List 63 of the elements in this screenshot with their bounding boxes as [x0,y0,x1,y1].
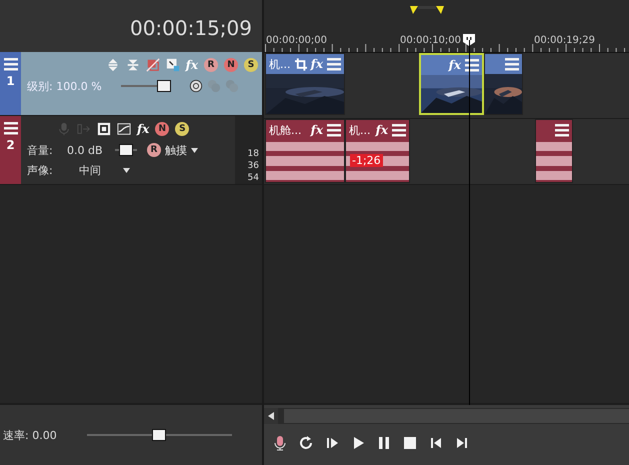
mute-icon[interactable]: N [155,122,170,136]
clip-menu-icon[interactable] [555,124,569,136]
track-number: 1 [6,75,15,87]
ruler-label: 00:00:00;00 [266,36,328,46]
scroll-left-button[interactable] [264,408,278,424]
meter-tick: 18 [248,148,259,160]
ruler-label: 00:00:10;00 [400,36,462,46]
clip-menu-icon[interactable] [505,58,519,70]
composite-mode-icon[interactable] [189,79,203,93]
pan-label: 声像: [27,162,54,178]
fx-icon[interactable]: fx [376,124,388,136]
level-label: 级别: 100.0 % [27,78,103,94]
bypass-box-icon[interactable] [97,122,111,136]
audio-clip[interactable] [535,119,573,183]
track-menu-icon[interactable] [4,122,18,135]
clip-menu-icon[interactable] [327,58,341,70]
loop-region-marker[interactable] [410,6,444,14]
fx-icon[interactable]: fx [448,59,461,71]
rate-label: 速率: 0.00 [3,428,57,442]
clip-title: 机舱... [269,122,302,138]
crop-icon[interactable] [294,58,307,70]
clip-menu-icon[interactable] [392,124,406,136]
envelope-icon[interactable] [117,122,131,136]
solo-icon[interactable]: S [175,122,190,136]
meter-tick: 36 [248,160,259,172]
clip-menu-icon[interactable] [465,58,479,72]
solo-icon[interactable]: S [244,58,258,72]
video-clip[interactable]: fx [419,53,484,115]
horizontal-scrollbar[interactable] [284,409,629,423]
audio-clip[interactable]: 机... fx -1;26 [345,119,410,183]
timecode-display: 00:00:15;09 [130,16,252,40]
ruler-label: 00:00:19;29 [534,36,596,46]
waveform-drawing [536,140,572,182]
track-menu-icon[interactable] [4,58,18,71]
clip-menu-icon[interactable] [327,124,341,136]
track-number: 2 [6,139,15,151]
caret-icon[interactable] [191,148,198,152]
offset-badge: -1;26 [350,154,383,167]
clip-title: 机... [349,122,370,138]
crossed-layers-icon[interactable] [146,58,160,72]
timeline-ruler[interactable]: 00:00:00;00 00:00:10;00 00:00:19;29 [264,0,629,53]
meter-tick: 54 [248,172,259,184]
volume-label: 音量: [27,142,54,158]
fx-icon[interactable]: fx [310,124,323,136]
gear-icon[interactable]: R [147,143,161,157]
fx-icon[interactable]: fx [137,123,150,135]
mute-icon[interactable]: N [224,58,238,72]
slider-thumb[interactable] [152,429,166,441]
audio-clip[interactable]: 机舱... fx [265,119,345,183]
volume-value: 0.0 dB [67,144,104,156]
gear-icon[interactable]: R [204,58,218,72]
clip-title: 机... [269,56,290,72]
left-arrow-icon[interactable] [268,412,274,420]
video-clip[interactable] [484,53,523,115]
slider-thumb[interactable] [119,144,133,156]
video-clip[interactable]: 机... fx [265,53,345,115]
automation-mode[interactable]: 触摸 [165,142,187,158]
fx-icon[interactable]: fx [310,58,323,70]
pan-crop-icon[interactable] [166,58,180,72]
playhead-handle-icon[interactable] [463,34,475,46]
pan-value: 中间 [79,162,102,178]
caret-icon[interactable] [123,168,130,172]
slider-thumb[interactable] [157,80,171,92]
